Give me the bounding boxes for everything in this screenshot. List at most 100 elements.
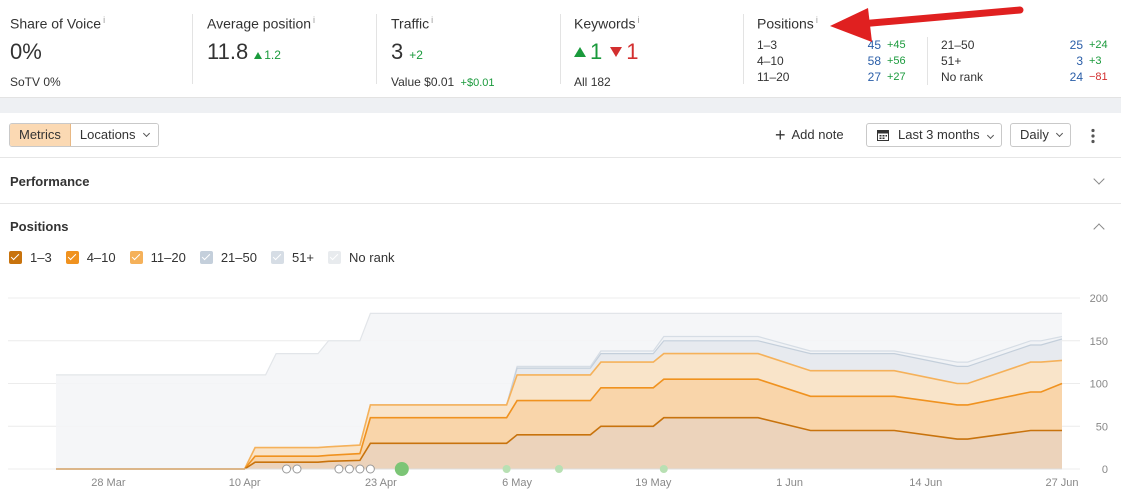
event-marker[interactable] xyxy=(334,464,344,474)
checkbox-icon xyxy=(9,251,22,264)
add-note-label: Add note xyxy=(791,127,844,142)
section-title: Performance xyxy=(10,174,90,189)
metric-value: 0% xyxy=(10,38,42,64)
view-switch: Metrics Locations xyxy=(9,123,159,147)
metric-delta: +2 xyxy=(409,47,423,62)
add-note-button[interactable]: + Add note xyxy=(775,123,844,147)
plus-icon: + xyxy=(775,125,786,145)
legend-label: 4–10 xyxy=(86,250,116,265)
event-marker[interactable] xyxy=(344,464,354,474)
positions-section-header[interactable]: Positions xyxy=(0,204,1121,249)
position-count[interactable]: 58 xyxy=(817,53,887,69)
legend-label: No rank xyxy=(349,250,395,265)
granularity-dropdown[interactable]: Daily xyxy=(1010,123,1071,147)
checkbox-icon xyxy=(328,251,342,264)
arrow-up-icon xyxy=(254,51,263,59)
metric-sub-label: All xyxy=(574,74,588,89)
metric-title: Share of Voice xyxy=(10,15,102,32)
legend-label: 21–50 xyxy=(220,250,257,265)
metric-average-position: Average position i 11.8 1.2 xyxy=(192,0,376,97)
chevron-down-icon xyxy=(986,131,994,139)
event-marker[interactable] xyxy=(394,462,409,476)
legend-item[interactable]: No rank xyxy=(328,250,395,265)
x-tick-label: 10 Apr xyxy=(229,477,261,489)
event-marker[interactable] xyxy=(365,464,375,474)
x-tick-label: 23 Apr xyxy=(365,477,397,489)
chevron-down-icon xyxy=(1055,129,1063,138)
event-marker[interactable] xyxy=(282,464,292,474)
checkbox-icon xyxy=(199,251,213,264)
metric-title: Keywords xyxy=(574,15,636,32)
info-icon[interactable]: i xyxy=(816,15,818,25)
event-marker[interactable] xyxy=(355,464,365,474)
metric-delta: 1.2 xyxy=(264,47,281,62)
x-tick-label: 27 Jun xyxy=(1045,477,1078,489)
legend-item[interactable]: 1–3 xyxy=(9,250,52,265)
keywords-up-count: 1 xyxy=(590,38,603,64)
tab-locations-label: Locations xyxy=(79,127,136,142)
metric-traffic: Traffic i 3 +2 Value $0.01 +$0.01 xyxy=(376,0,560,97)
checkbox-icon xyxy=(270,251,284,264)
metric-value: 11.8 xyxy=(207,38,249,64)
event-marker[interactable] xyxy=(292,464,302,474)
legend-item[interactable]: 4–10 xyxy=(65,250,116,265)
y-tick-label: 200 xyxy=(1090,293,1108,305)
y-tick-label: 50 xyxy=(1096,421,1108,433)
event-marker[interactable] xyxy=(502,465,511,473)
section-title: Positions xyxy=(10,219,69,234)
calendar-icon xyxy=(877,130,889,141)
tab-metrics[interactable]: Metrics xyxy=(10,124,71,146)
chevron-down-icon xyxy=(1093,173,1105,185)
metric-title: Traffic xyxy=(391,15,430,32)
legend-label: 1–3 xyxy=(30,250,52,265)
annotation-arrow-icon xyxy=(830,6,1024,42)
event-marker[interactable] xyxy=(555,465,563,473)
legend-item[interactable]: 21–50 xyxy=(199,250,257,265)
y-tick-label: 0 xyxy=(1102,464,1108,476)
metric-sub-label: Value xyxy=(391,74,421,89)
position-delta: +3 xyxy=(1089,55,1102,67)
date-range-label: Last 3 months xyxy=(898,127,980,142)
x-tick-label: 19 May xyxy=(635,477,672,489)
x-tick-label: 28 Mar xyxy=(91,477,126,489)
legend-item[interactable]: 11–20 xyxy=(129,250,186,265)
info-icon[interactable]: i xyxy=(313,15,315,25)
metric-title: Positions xyxy=(757,15,814,32)
position-count[interactable]: 3 xyxy=(1011,53,1089,69)
legend-item[interactable]: 51+ xyxy=(270,250,315,265)
positions-chart: 200 150 100 50 0 28 Mar 10 Apr 23 Apr 6 May 19 Ma… xyxy=(8,293,1108,489)
position-delta: +56 xyxy=(887,55,906,67)
x-tick-label: 14 Jun xyxy=(909,477,942,489)
position-range: 11–20 xyxy=(757,70,790,84)
position-delta: +24 xyxy=(1089,39,1108,51)
info-icon[interactable]: i xyxy=(637,15,639,25)
info-icon[interactable]: i xyxy=(431,15,433,25)
more-options-icon[interactable] xyxy=(1088,128,1098,144)
tab-locations[interactable]: Locations xyxy=(70,124,158,146)
chart-legend: 1–3 4–10 11–20 21–50 51+ No rank xyxy=(9,250,395,265)
metric-sub-delta: +$0.01 xyxy=(460,76,495,89)
event-marker[interactable] xyxy=(659,465,668,473)
metric-value: 3 xyxy=(391,38,404,64)
checkbox-icon xyxy=(129,251,143,264)
metric-title: Average position xyxy=(207,15,312,32)
metric-sub-value: $0.01 xyxy=(424,74,455,89)
info-icon[interactable]: i xyxy=(103,15,105,25)
chevron-up-icon xyxy=(1093,223,1105,235)
metric-sub-value: 182 xyxy=(590,74,611,89)
position-count[interactable]: 27 xyxy=(817,69,887,85)
granularity-label: Daily xyxy=(1020,127,1049,142)
position-range: No rank xyxy=(941,70,984,84)
metric-sub-value: 0% xyxy=(43,74,61,89)
metric-share-of-voice: Share of Voice i 0% SoTV 0% xyxy=(0,0,192,97)
checkbox-icon xyxy=(65,251,79,264)
performance-section-header[interactable]: Performance xyxy=(0,159,1121,204)
position-count[interactable]: 24 xyxy=(1011,69,1089,85)
date-range-dropdown[interactable]: Last 3 months xyxy=(866,123,1002,147)
legend-label: 11–20 xyxy=(150,250,186,265)
chevron-down-icon xyxy=(142,129,150,138)
chart-toolbar: Metrics Locations + Add note Last 3 mont… xyxy=(0,113,1121,158)
keywords-down-count: 1 xyxy=(626,38,639,64)
position-range: 4–10 xyxy=(757,54,784,68)
legend-label: 51+ xyxy=(291,250,315,265)
